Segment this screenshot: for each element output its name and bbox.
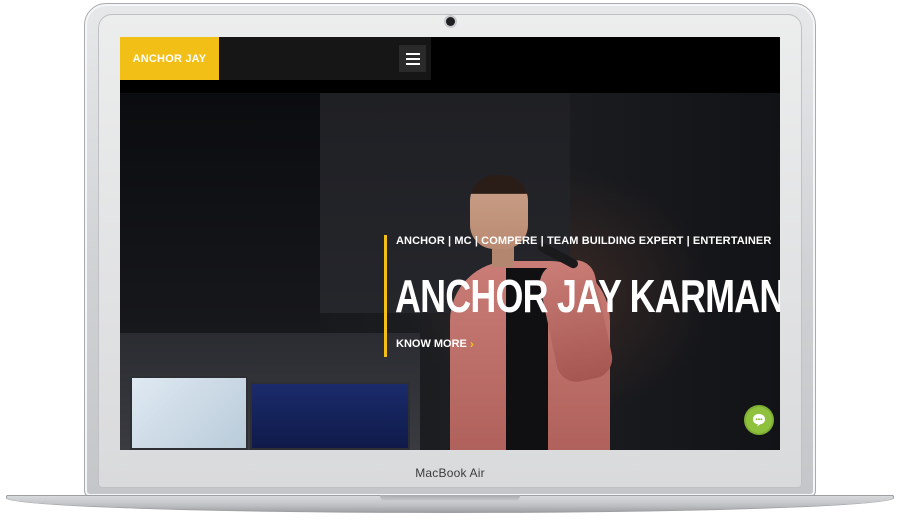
stage-screen	[250, 382, 410, 450]
hamburger-menu-icon[interactable]	[399, 45, 426, 72]
chevron-right-icon: ›	[469, 337, 474, 351]
chat-button[interactable]	[746, 407, 772, 433]
logo-text: ANCHOR JAY	[132, 52, 207, 65]
hero-tagline: ANCHOR | MC | COMPERE | TEAM BUILDING EX…	[396, 235, 772, 247]
site-logo[interactable]: ANCHOR JAY	[120, 37, 219, 80]
hero-accent-bar	[384, 235, 387, 357]
website-screen: ANCHOR JAY ANCHOR | MC | COMPERE | TEAM …	[120, 37, 780, 450]
webcam-icon	[446, 17, 455, 26]
hero-title: ANCHOR JAY KARMANI	[395, 270, 780, 322]
laptop-hinge-notch	[380, 495, 520, 502]
chat-bubble-icon	[753, 414, 765, 427]
know-more-link[interactable]: KNOW MORE ›	[396, 337, 474, 351]
stage-monitor	[130, 376, 248, 450]
device-brand-label: MacBook Air	[415, 466, 485, 480]
know-more-label: KNOW MORE	[396, 338, 467, 350]
